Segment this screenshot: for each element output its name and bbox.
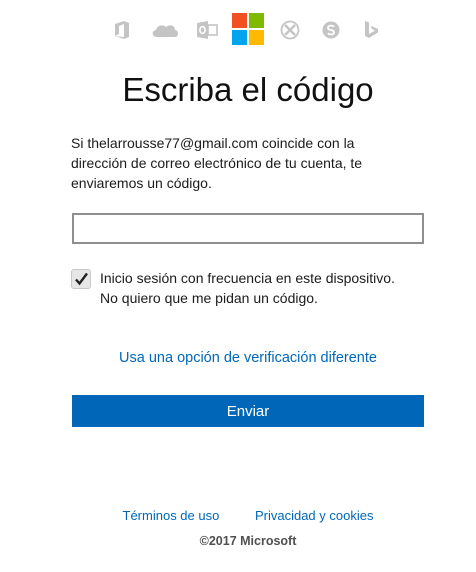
instruction-text: Si thelarrousse77@gmail.com coincide con… — [71, 135, 363, 191]
page-title: Escriba el código — [122, 71, 374, 108]
alternate-verification-link[interactable]: Usa una opción de verificación diferente — [0, 348, 476, 368]
bing-icon — [362, 20, 382, 40]
footer-links: Términos de uso Privacidad y cookies — [0, 507, 476, 525]
remember-device-label: Inicio sesión con frecuencia en este dis… — [100, 268, 450, 308]
service-icon-bar — [0, 12, 476, 48]
microsoft-logo — [232, 13, 265, 46]
outlook-icon — [196, 20, 218, 40]
skype-icon — [321, 20, 341, 40]
send-button[interactable]: Enviar — [72, 395, 424, 427]
remember-device-checkbox[interactable] — [71, 269, 91, 289]
code-input[interactable] — [72, 213, 424, 244]
xbox-icon — [280, 20, 300, 40]
onedrive-icon — [150, 20, 180, 40]
privacy-link[interactable]: Privacidad y cookies — [255, 508, 374, 523]
checkmark-icon — [75, 272, 88, 286]
terms-link[interactable]: Términos de uso — [123, 508, 220, 523]
remember-device-label-line1: Inicio sesión con frecuencia en este dis… — [100, 270, 395, 286]
copyright-text: ©2017 Microsoft — [199, 534, 297, 548]
office-icon — [113, 20, 133, 40]
remember-device-label-line2: No quiero que me pidan un código. — [100, 290, 318, 306]
